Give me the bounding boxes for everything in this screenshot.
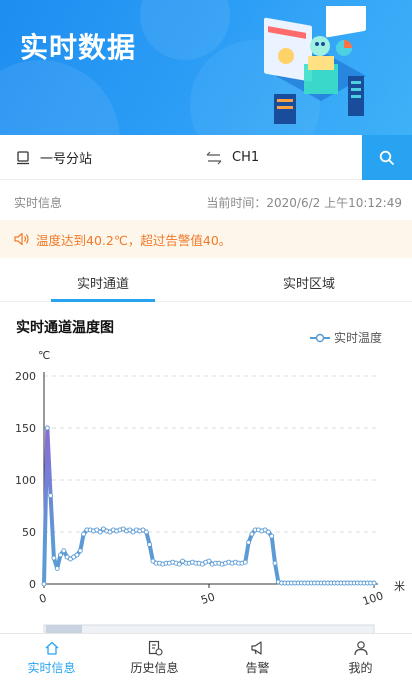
info-row: 实时信息 当前时间：2020/6/2 上午10:12:49	[0, 186, 412, 216]
nav-mine[interactable]: 我的	[309, 634, 412, 682]
data-point	[81, 531, 87, 537]
page-title: 实时数据	[20, 31, 137, 64]
alert-text: 温度达到40.2℃，超过告警值40。	[36, 232, 232, 248]
nav-label: 告警	[245, 661, 270, 675]
data-point	[269, 533, 275, 539]
data-point	[54, 565, 60, 571]
y-tick-label: 150	[15, 422, 36, 435]
time-value: 2020/6/2 上午10:12:49	[266, 196, 402, 210]
info-section-label: 实时信息	[14, 196, 63, 210]
data-point	[242, 559, 248, 565]
alert-banner: 温度达到40.2℃，超过告警值40。	[0, 220, 412, 258]
y-tick-label: 50	[22, 526, 36, 539]
current-time: 当前时间：2020/6/2 上午10:12:49	[206, 194, 402, 211]
swap-icon	[206, 151, 222, 164]
history-icon	[148, 640, 163, 656]
y-tick-label: 0	[29, 578, 36, 591]
app-page: 实时数据 一号分站 CH1 实时信息 当前时间：2020/6/2 上午10:12…	[0, 0, 412, 682]
nav-label: 历史信息	[130, 661, 179, 675]
data-point	[74, 552, 80, 558]
y-axis-unit: ℃	[38, 349, 50, 362]
x-axis-unit: 米	[394, 580, 405, 593]
data-point	[249, 531, 255, 537]
data-point	[44, 425, 50, 431]
tab-realtime-area[interactable]: 实时区域	[206, 262, 412, 302]
search-button[interactable]	[362, 135, 412, 180]
speaker-icon	[14, 232, 29, 246]
data-point	[143, 529, 149, 535]
station-select[interactable]: 一号分站	[16, 135, 92, 180]
data-point	[147, 542, 153, 547]
data-point	[97, 529, 103, 535]
x-tick-label: 100	[361, 589, 385, 608]
temperature-chart-panel: 实时通道温度图 实时温度 ℃ 米 0 50 100 150 200 0 50 100	[0, 303, 412, 633]
y-tick-label: 200	[15, 370, 36, 383]
alarm-icon	[250, 641, 262, 655]
data-point	[176, 561, 182, 567]
tab-realtime-channel[interactable]: 实时通道	[0, 262, 206, 302]
search-icon	[379, 150, 394, 165]
data-point	[272, 560, 278, 566]
x-tick-label: 50	[199, 590, 216, 607]
x-tick-label: 0	[38, 591, 49, 606]
tab-label: 实时通道	[76, 276, 129, 292]
home-icon	[45, 641, 58, 655]
time-label: 当前时间：	[206, 196, 267, 210]
user-icon	[353, 641, 368, 656]
tab-bar: 实时通道 实时区域	[0, 262, 412, 302]
device-icon	[17, 150, 29, 164]
data-point	[371, 580, 377, 586]
data-point	[77, 548, 83, 554]
temperature-line-chart[interactable]: ℃ 米 0 50 100 150 200 0 50 100	[0, 303, 412, 633]
data-point	[246, 539, 252, 545]
channel-label: CH1	[232, 150, 260, 165]
data-point	[51, 555, 57, 561]
y-tick-label: 100	[15, 474, 36, 487]
data-point	[61, 548, 67, 554]
zoom-slider-handle[interactable]	[46, 625, 82, 633]
nav-history-info[interactable]: 历史信息	[103, 634, 206, 682]
data-point	[206, 558, 212, 564]
data-point	[41, 581, 47, 587]
zoom-slider-track[interactable]	[43, 624, 375, 633]
data-point	[265, 529, 271, 535]
station-selector-bar: 一号分站 CH1	[0, 135, 412, 180]
nav-realtime-info[interactable]: 实时信息	[0, 634, 103, 682]
nav-label: 实时信息	[27, 661, 76, 675]
header-bubble	[0, 60, 120, 135]
bottom-nav: 实时信息 历史信息 告警 我的	[0, 633, 412, 682]
station-label: 一号分站	[40, 152, 93, 167]
data-point	[48, 493, 54, 499]
header-banner: 实时数据	[0, 0, 412, 135]
nav-label: 我的	[348, 661, 373, 675]
channel-select[interactable]: CH1	[206, 135, 259, 180]
tab-label: 实时区域	[282, 276, 335, 292]
data-illustration	[264, 6, 366, 124]
nav-alarm[interactable]: 告警	[206, 634, 309, 682]
data-point	[58, 552, 63, 558]
